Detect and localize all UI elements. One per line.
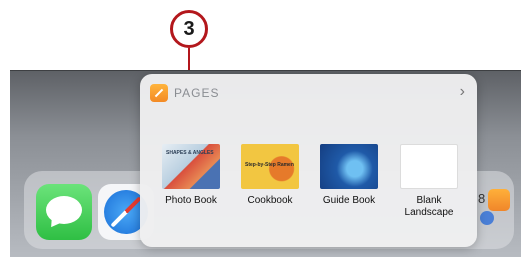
template-blank-landscape[interactable]: Blank Landscape — [398, 144, 460, 219]
pages-dock-icon[interactable] — [488, 189, 510, 211]
messages-icon[interactable] — [36, 184, 92, 240]
thumbnail-text: Step-by-Step Ramen — [245, 162, 294, 168]
step-callout: 3 — [170, 10, 208, 48]
pages-quick-actions-popover: PAGES › SHAPES & ANGLES Photo Book Step-… — [140, 74, 477, 247]
cookbook-thumbnail: Step-by-Step Ramen — [241, 144, 299, 189]
template-label: Cookbook — [247, 195, 293, 206]
template-guide-book[interactable]: Guide Book — [318, 144, 380, 207]
template-photo-book[interactable]: SHAPES & ANGLES Photo Book — [160, 144, 222, 207]
template-cookbook[interactable]: Step-by-Step Ramen Cookbook — [239, 144, 301, 207]
photo-book-thumbnail: SHAPES & ANGLES — [162, 144, 220, 189]
chevron-right-icon[interactable]: › — [460, 83, 465, 101]
dock-count-label: 8 — [478, 191, 486, 206]
ipad-screen: 8 PAGES › SHAPES & ANGLES Photo Book Ste… — [10, 70, 521, 257]
dock-app-icon-partial[interactable] — [480, 211, 494, 225]
template-label: Blank Landscape — [404, 195, 454, 218]
thumbnail-text: SHAPES & ANGLES — [166, 150, 214, 156]
pages-app-icon — [150, 84, 168, 102]
guide-book-thumbnail — [320, 144, 378, 189]
template-label: Guide Book — [322, 195, 376, 206]
step-number: 3 — [183, 17, 195, 40]
blank-landscape-thumbnail — [400, 144, 458, 189]
template-label: Photo Book — [165, 195, 217, 206]
popover-app-name: PAGES — [174, 86, 220, 100]
